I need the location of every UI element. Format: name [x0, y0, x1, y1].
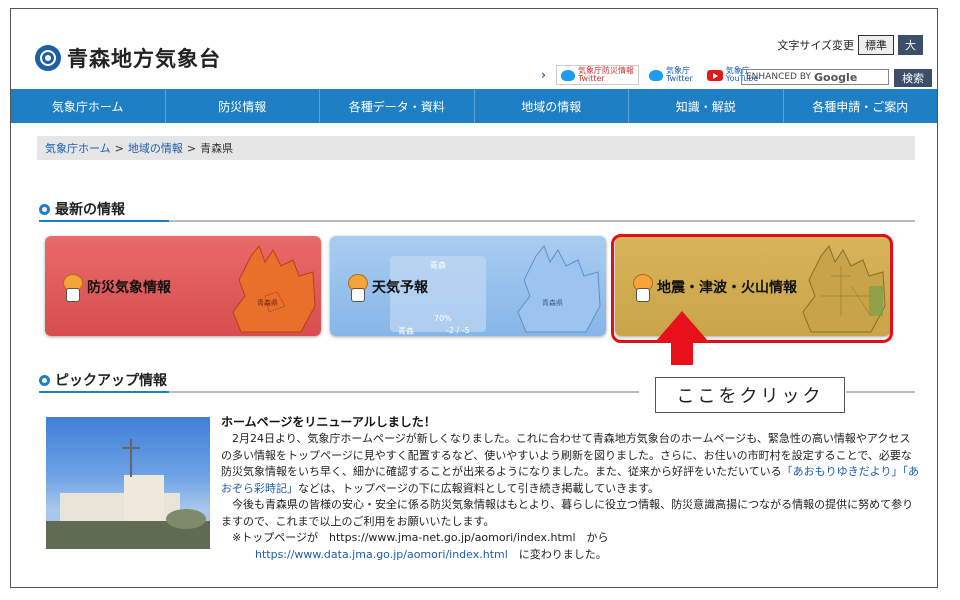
jma-logo-icon: [35, 45, 61, 71]
breadcrumb: 気象庁ホーム > 地域の情報 > 青森県: [37, 136, 915, 160]
map-label: 青森県: [257, 299, 278, 307]
link-aomori-yukidayori[interactable]: 「あおもりゆきだより」: [782, 465, 903, 478]
news-paragraph-3-end: に変わりました。: [507, 547, 607, 561]
font-large-button[interactable]: 大: [898, 35, 923, 55]
map-label: 青森県: [542, 299, 563, 307]
red-arrow-icon: [656, 311, 708, 341]
card-weather-forecast[interactable]: 青森 70% 青森 -2 / -5 青森県 天気予報: [330, 236, 606, 336]
nav-item-knowledge[interactable]: 知識・解説: [629, 89, 784, 123]
social-links: › 気象庁防災情報 Twitter 気象庁 Twitter 気象庁 YouTube: [541, 65, 768, 85]
search-button[interactable]: 検索: [894, 69, 932, 87]
twitter-bousai-link[interactable]: 気象庁防災情報 Twitter: [555, 65, 639, 85]
office-building-photo: [46, 417, 210, 549]
mascot-icon: [61, 274, 83, 302]
global-nav: 気象庁ホーム 防災情報 各種データ・資料 地域の情報 知識・解説 各種申請・ご案…: [11, 89, 937, 123]
twitter-icon: [560, 69, 575, 81]
social-sublabel: Twitter: [665, 74, 693, 83]
highlight-box: [611, 234, 893, 343]
chevron-right-icon: ›: [541, 68, 546, 82]
search-prefix: ENHANCED BY: [746, 72, 812, 82]
twitter-icon: [648, 69, 663, 81]
card-disaster-weather[interactable]: 青森県 防災気象情報: [45, 236, 321, 336]
bullet-icon: [39, 374, 50, 386]
nav-item-regional-info[interactable]: 地域の情報: [475, 89, 629, 123]
precip-probability: 70%: [434, 314, 452, 323]
twitter-jma-link[interactable]: 気象庁 Twitter: [645, 66, 697, 84]
news-paragraph-3: ※トップページが https://www.jma-net.go.jp/aomor…: [221, 531, 609, 544]
bullet-icon: [39, 203, 50, 215]
nav-item-data[interactable]: 各種データ・資料: [320, 89, 475, 123]
breadcrumb-current: 青森県: [200, 142, 234, 155]
news-body: 2月24日より、気象庁ホームページが新しくなりました。これに合わせて青森地方気象…: [221, 431, 921, 563]
font-size-control: 文字サイズ変更 標準 大: [777, 35, 923, 55]
breadcrumb-sep: >: [186, 141, 197, 155]
nav-item-disaster-info[interactable]: 防災情報: [166, 89, 320, 123]
card-label: 天気予報: [372, 280, 428, 296]
site-logo[interactable]: 青森地方気象台: [35, 43, 221, 73]
latest-section-header: 最新の情報: [39, 198, 915, 222]
new-url-link[interactable]: https://www.data.jma.go.jp/aomori/index.…: [255, 548, 508, 561]
mascot-icon: [346, 274, 368, 302]
nav-item-jma-home[interactable]: 気象庁ホーム: [11, 89, 166, 123]
search-input[interactable]: ENHANCED BY Google: [741, 69, 889, 85]
aomori-map-icon: [517, 245, 601, 333]
font-size-label: 文字サイズ変更: [777, 39, 854, 52]
news-paragraph-2: 今後も青森県の皆様の安心・安全に係る防災気象情報はもとより、暮らしに役立つ情報、…: [221, 498, 914, 528]
font-standard-button[interactable]: 標準: [858, 35, 894, 55]
youtube-icon: [706, 69, 723, 81]
aomori-map-icon: [232, 245, 316, 333]
nav-item-applications[interactable]: 各種申請・ご案内: [784, 89, 938, 123]
news-title: ホームページをリニューアルしました！: [221, 415, 436, 429]
news-paragraph-1-end: などは、トップページの下に広報資料として引き続き掲載していきます。: [298, 481, 660, 495]
breadcrumb-region[interactable]: 地域の情報: [128, 140, 183, 156]
weather-city-bottom: 青森: [398, 327, 414, 336]
breadcrumb-home[interactable]: 気象庁ホーム: [45, 140, 111, 156]
red-arrow-shaft: [671, 339, 693, 365]
pickup-section-header: ピックアップ情報: [39, 369, 639, 393]
breadcrumb-sep: >: [114, 141, 124, 155]
browser-page: 青森地方気象台 文字サイズ変更 標準 大 › 気象庁防災情報 Twitter 気象…: [10, 8, 938, 588]
social-sublabel: Twitter: [577, 74, 605, 83]
site-title: 青森地方気象台: [67, 47, 221, 71]
card-label: 防災気象情報: [87, 280, 171, 296]
section-title: 最新の情報: [55, 202, 125, 218]
weather-city: 青森: [430, 261, 446, 270]
click-here-callout: ここをクリック: [655, 377, 845, 413]
section-rule: [846, 391, 915, 393]
search-brand: Google: [814, 70, 858, 84]
section-title: ピックアップ情報: [55, 373, 167, 389]
